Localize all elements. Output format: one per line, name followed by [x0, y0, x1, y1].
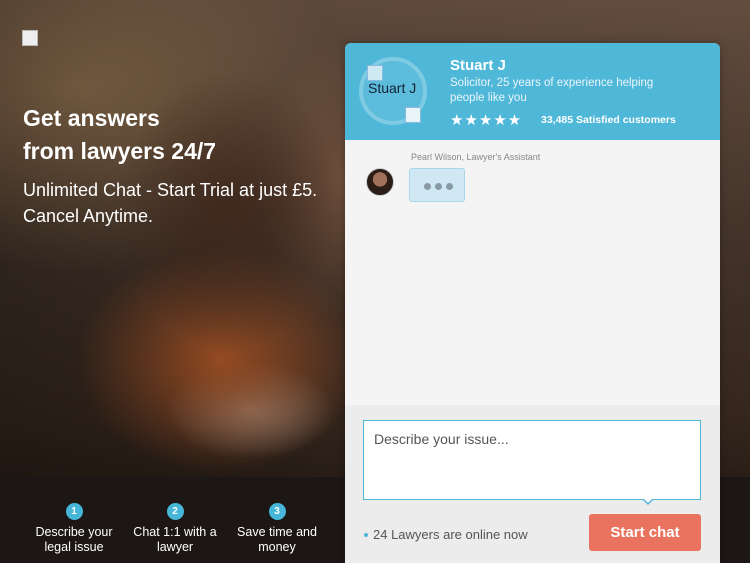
step-label: Save time and money — [237, 525, 317, 554]
expert-header: Stuart J Stuart J Solicitor, 25 years of… — [345, 43, 720, 140]
rating-stars-icon: ★★★★★ — [450, 112, 523, 129]
broken-image-icon — [367, 65, 383, 81]
chat-widget: Stuart J Stuart J Solicitor, 25 years of… — [345, 43, 720, 563]
step-2: 2 Chat 1:1 with a lawyer — [125, 503, 225, 555]
hero-subtitle: Unlimited Chat - Start Trial at just £5.… — [23, 180, 318, 226]
hero-headline: Get answers from lawyers 24/7 — [23, 102, 216, 168]
headline-line-2: from lawyers 24/7 — [23, 138, 217, 164]
online-status-icon — [364, 533, 368, 537]
broken-image-icon — [405, 107, 421, 123]
compose-area: 24 Lawyers are online now Start chat — [345, 405, 720, 563]
typing-dot — [446, 183, 453, 190]
headline-line-1: Get answers — [23, 105, 160, 131]
start-chat-button[interactable]: Start chat — [589, 514, 701, 551]
lawyers-online-text: 24 Lawyers are online now — [373, 527, 528, 542]
step-1: 1 Describe your legal issue — [24, 503, 124, 555]
typing-dot — [435, 183, 442, 190]
step-label: Describe your legal issue — [35, 525, 113, 554]
expert-name: Stuart J — [450, 57, 506, 74]
step-number-badge: 2 — [166, 503, 184, 520]
site-logo-image[interactable] — [22, 30, 38, 46]
expert-description: Solicitor, 25 years of experience helpin… — [450, 77, 654, 104]
step-number-badge: 1 — [65, 503, 83, 520]
issue-description-input[interactable] — [363, 420, 701, 500]
step-3: 3 Save time and money — [227, 503, 327, 555]
step-number-badge: 3 — [268, 503, 286, 520]
expert-avatar-alt-text: Stuart J — [368, 80, 417, 96]
input-pointer — [642, 498, 654, 505]
message-author: Pearl Wilson, Lawyer's Assistant — [411, 152, 541, 162]
step-label: Chat 1:1 with a lawyer — [133, 525, 217, 554]
assistant-avatar — [366, 168, 394, 196]
typing-dot — [424, 183, 431, 190]
satisfied-customers: 33,485 Satisfied customers — [541, 114, 676, 126]
chat-area: Pearl Wilson, Lawyer's Assistant — [345, 140, 720, 405]
typing-indicator-icon — [409, 168, 465, 202]
